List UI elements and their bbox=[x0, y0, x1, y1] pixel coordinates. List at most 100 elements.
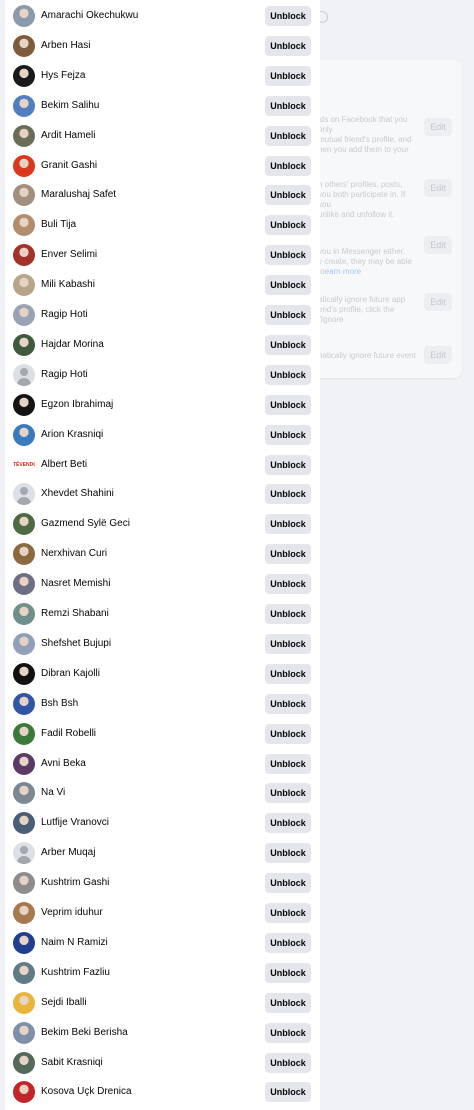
unblock-button[interactable]: Unblock bbox=[265, 723, 311, 744]
profile-photo-avatar[interactable] bbox=[13, 991, 35, 1014]
blocked-user-name[interactable]: Avni Beka bbox=[41, 749, 86, 779]
unblock-button[interactable]: Unblock bbox=[265, 125, 311, 146]
profile-photo-avatar[interactable] bbox=[13, 214, 35, 237]
blocked-user-name[interactable]: Kosova Uçk Drenica bbox=[41, 1077, 132, 1107]
profile-photo-avatar[interactable] bbox=[13, 722, 35, 745]
profile-photo-avatar[interactable] bbox=[13, 782, 35, 805]
blocked-user-name[interactable]: Veprim iduhur bbox=[41, 898, 103, 928]
unblock-button[interactable]: Unblock bbox=[265, 185, 311, 206]
unblock-button[interactable]: Unblock bbox=[265, 932, 311, 953]
profile-photo-avatar[interactable] bbox=[13, 274, 35, 297]
unblock-button[interactable]: Unblock bbox=[265, 484, 311, 505]
blocked-user-name[interactable]: Kushtrim Gashi bbox=[41, 868, 109, 898]
blocked-user-name[interactable]: Naim N Ramizi bbox=[41, 928, 108, 958]
profile-photo-avatar[interactable] bbox=[13, 812, 35, 835]
unblock-button[interactable]: Unblock bbox=[265, 544, 311, 565]
blocked-user-name[interactable]: Bekim Beki Berisha bbox=[41, 1018, 128, 1048]
profile-photo-avatar[interactable] bbox=[13, 1081, 35, 1104]
blocked-user-name[interactable]: Hajdar Morina bbox=[41, 330, 104, 360]
profile-photo-avatar[interactable] bbox=[13, 573, 35, 596]
unblock-button[interactable]: Unblock bbox=[265, 903, 311, 923]
default-avatar-icon[interactable] bbox=[13, 483, 35, 506]
blocked-user-name[interactable]: Ardit Hameli bbox=[41, 121, 95, 151]
blocked-user-name[interactable]: Nerxhivan Curi bbox=[41, 539, 107, 569]
blocked-user-name[interactable]: Nasret Memishi bbox=[41, 569, 110, 599]
unblock-button[interactable]: Unblock bbox=[265, 6, 311, 26]
blocked-user-name[interactable]: Hys Fejza bbox=[41, 61, 85, 91]
blocked-user-name[interactable]: Xhevdet Shahini bbox=[41, 479, 114, 509]
default-avatar-icon[interactable] bbox=[13, 363, 35, 386]
unblock-button[interactable]: Unblock bbox=[265, 394, 311, 415]
unblock-button[interactable]: Unblock bbox=[265, 873, 311, 894]
profile-photo-avatar[interactable] bbox=[13, 304, 35, 326]
brand-logo-avatar[interactable]: TËVENDOS bbox=[13, 453, 35, 476]
blocked-user-name[interactable]: Granit Gashi bbox=[41, 151, 97, 181]
profile-photo-avatar[interactable] bbox=[13, 543, 35, 566]
default-avatar-icon[interactable] bbox=[13, 842, 35, 865]
profile-photo-avatar[interactable] bbox=[13, 1051, 35, 1074]
unblock-button[interactable]: Unblock bbox=[265, 95, 311, 116]
learn-more-link[interactable]: earn more bbox=[325, 267, 361, 276]
blocked-user-name[interactable]: Egzon Ibrahimaj bbox=[41, 390, 113, 420]
blocked-user-name[interactable]: Bekim Salihu bbox=[41, 91, 99, 121]
unblock-button[interactable]: Unblock bbox=[265, 514, 311, 535]
blocked-user-name[interactable]: Mili Kabashi bbox=[41, 270, 95, 300]
unblock-button[interactable]: Unblock bbox=[265, 1052, 311, 1073]
unblock-button[interactable]: Unblock bbox=[265, 992, 311, 1013]
unblock-button[interactable]: Unblock bbox=[265, 35, 311, 56]
profile-photo-avatar[interactable] bbox=[13, 34, 35, 57]
unblock-button[interactable]: Unblock bbox=[265, 813, 311, 834]
unblock-button[interactable]: Unblock bbox=[265, 275, 311, 296]
profile-photo-avatar[interactable] bbox=[13, 393, 35, 416]
blocked-user-name[interactable]: Ragip Hoti bbox=[41, 300, 88, 330]
blocked-user-name[interactable]: Buli Tija bbox=[41, 210, 76, 240]
edit-button[interactable]: Edit bbox=[424, 293, 452, 311]
unblock-button[interactable]: Unblock bbox=[265, 574, 311, 595]
unblock-button[interactable]: Unblock bbox=[265, 783, 311, 804]
unblock-button[interactable]: Unblock bbox=[265, 633, 311, 654]
blocked-user-name[interactable]: Kushtrim Fazliu bbox=[41, 958, 110, 988]
blocked-user-name[interactable]: Amarachi Okechukwu bbox=[41, 1, 138, 31]
blocked-user-name[interactable]: Sejdi Iballi bbox=[41, 988, 87, 1018]
blocked-user-name[interactable]: Arber Muqaj bbox=[41, 838, 95, 868]
profile-photo-avatar[interactable] bbox=[13, 902, 35, 924]
profile-photo-avatar[interactable] bbox=[13, 752, 35, 775]
unblock-button[interactable]: Unblock bbox=[265, 305, 311, 325]
blocked-user-name[interactable]: Fadil Robelli bbox=[41, 719, 96, 749]
profile-photo-avatar[interactable] bbox=[13, 423, 35, 446]
profile-photo-avatar[interactable] bbox=[13, 872, 35, 895]
profile-photo-avatar[interactable] bbox=[13, 5, 35, 27]
edit-button[interactable]: Edit bbox=[424, 236, 452, 254]
unblock-button[interactable]: Unblock bbox=[265, 215, 311, 236]
profile-photo-avatar[interactable] bbox=[13, 513, 35, 536]
blocked-user-name[interactable]: Shefshet Bujupi bbox=[41, 629, 111, 659]
profile-photo-avatar[interactable] bbox=[13, 931, 35, 954]
unblock-button[interactable]: Unblock bbox=[265, 364, 311, 385]
blocked-user-name[interactable]: Gazmend Sylë Geci bbox=[41, 509, 130, 539]
profile-photo-avatar[interactable] bbox=[13, 124, 35, 147]
edit-button[interactable]: Edit bbox=[424, 179, 452, 197]
blocked-user-name[interactable]: Dibran Kajolli bbox=[41, 659, 100, 689]
unblock-button[interactable]: Unblock bbox=[265, 334, 311, 355]
profile-photo-avatar[interactable] bbox=[13, 692, 35, 715]
profile-photo-avatar[interactable] bbox=[13, 1021, 35, 1044]
unblock-button[interactable]: Unblock bbox=[265, 1082, 311, 1103]
blocked-user-name[interactable]: Sabit Krasniqi bbox=[41, 1048, 103, 1078]
profile-photo-avatar[interactable] bbox=[13, 184, 35, 207]
blocked-user-name[interactable]: Arben Hasi bbox=[41, 31, 90, 61]
unblock-button[interactable]: Unblock bbox=[265, 454, 311, 475]
unblock-button[interactable]: Unblock bbox=[265, 604, 311, 624]
blocked-user-name[interactable]: Bsh Bsh bbox=[41, 689, 78, 719]
unblock-button[interactable]: Unblock bbox=[265, 424, 311, 445]
blocked-user-name[interactable]: Albert Beti bbox=[41, 450, 87, 480]
profile-photo-avatar[interactable] bbox=[13, 961, 35, 984]
blocked-user-name[interactable]: Enver Selimi bbox=[41, 240, 97, 270]
blocked-user-name[interactable]: Maralushaj Safet bbox=[41, 180, 116, 210]
profile-photo-avatar[interactable] bbox=[13, 94, 35, 117]
profile-photo-avatar[interactable] bbox=[13, 603, 35, 625]
blocked-user-name[interactable]: Lutfije Vranovci bbox=[41, 808, 109, 838]
blocked-user-name[interactable]: Remzi Shabani bbox=[41, 599, 109, 629]
blocked-user-name[interactable]: Arion Krasniqi bbox=[41, 420, 103, 450]
unblock-button[interactable]: Unblock bbox=[265, 155, 311, 176]
profile-photo-avatar[interactable] bbox=[13, 333, 35, 356]
